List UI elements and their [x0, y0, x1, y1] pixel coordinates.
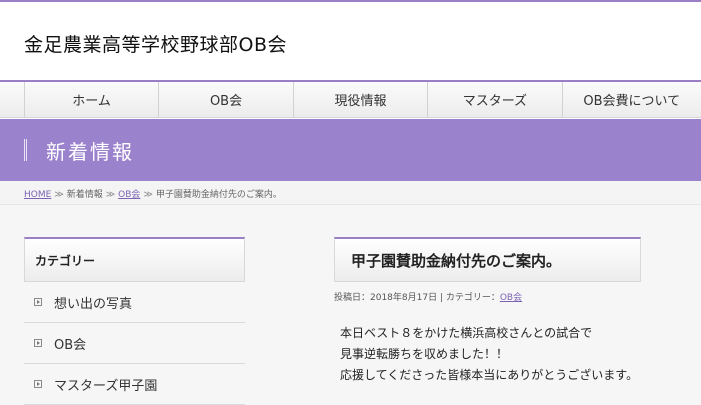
sidebar-item-label: OB会 [54, 337, 87, 353]
post-meta-text: 投稿日：2018年8月17日 | カテゴリー： [334, 293, 500, 303]
nav-item-masters[interactable]: マスターズ [427, 82, 561, 117]
sidebar-item-masters[interactable]: マスターズ甲子園 [24, 364, 245, 405]
hero-bar-icon [24, 139, 27, 161]
post-area: 甲子園賛助金納付先のご案内。 投稿日：2018年8月17日 | カテゴリー：OB… [334, 237, 701, 405]
sidebar-item-label: 想い出の写真 [54, 296, 133, 312]
post-body-line: 応援してくださった皆様本当にありがとうございます。 [340, 368, 639, 382]
breadcrumb-separator: ≫ [143, 190, 153, 200]
breadcrumb-separator: ≫ [54, 190, 64, 200]
post-category-link[interactable]: OB会 [500, 293, 522, 303]
sidebar-item-photos[interactable]: 想い出の写真 [24, 282, 245, 323]
site-title[interactable]: 金足農業高等学校野球部OB会 [24, 30, 287, 57]
top-accent-line [0, 0, 701, 2]
breadcrumb-ob-link[interactable]: OB会 [118, 190, 140, 200]
nav-item-active-info[interactable]: 現役情報 [292, 82, 427, 117]
breadcrumb-separator: ≫ [105, 190, 116, 200]
post-meta: 投稿日：2018年8月17日 | カテゴリー：OB会 [334, 290, 522, 303]
nav-item-home[interactable]: ホーム [23, 82, 158, 117]
post-body-line: 見事逆転勝ちを収めました！！ [340, 347, 509, 361]
sidebar: カテゴリー 想い出の写真 OB会 マスターズ甲子園 [24, 237, 245, 405]
page-hero: 新着情報 [0, 119, 701, 181]
global-nav: ホーム OB会 現役情報 マスターズ OB会費について [0, 80, 701, 118]
arrow-box-icon [34, 298, 42, 306]
post-title: 甲子園賛助金納付先のご案内。 [334, 237, 641, 282]
nav-item-fee[interactable]: OB会費について [561, 82, 701, 117]
breadcrumb-news: 新着情報 [66, 190, 103, 200]
arrow-box-icon [34, 380, 42, 388]
breadcrumb-current: 甲子園賛助金納付先のご案内。 [155, 190, 282, 200]
arrow-box-icon [34, 339, 42, 347]
page-title: 新着情報 [46, 140, 134, 164]
sidebar-item-label: マスターズ甲子園 [54, 378, 158, 394]
post-body: 本日ベスト８をかけた横浜高校さんとの試合で 見事逆転勝ちを収めました！！ 応援し… [340, 323, 638, 386]
post-body-line: 本日ベスト８をかけた横浜高校さんとの試合で [340, 326, 593, 340]
breadcrumb: HOME ≫ 新着情報 ≫ OB会 ≫ 甲子園賛助金納付先のご案内。 [24, 187, 282, 200]
sidebar-heading: カテゴリー [24, 237, 245, 282]
nav-item-ob[interactable]: OB会 [158, 82, 292, 117]
breadcrumb-bar: HOME ≫ 新着情報 ≫ OB会 ≫ 甲子園賛助金納付先のご案内。 [0, 181, 701, 205]
sidebar-item-ob[interactable]: OB会 [24, 323, 245, 364]
breadcrumb-home-link[interactable]: HOME [24, 190, 51, 200]
